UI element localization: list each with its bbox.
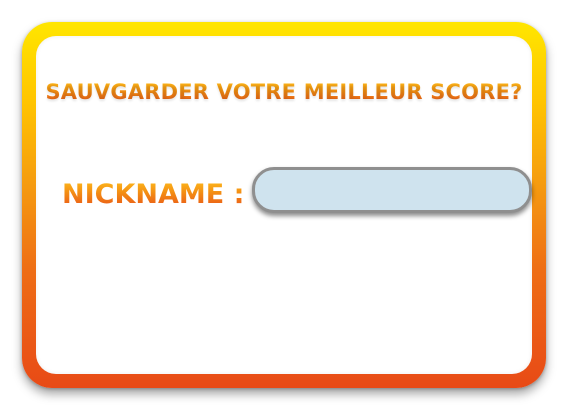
dialog-title: SAUVGARDER VOTRE MEILLEUR SCORE? <box>36 80 532 104</box>
nickname-label: NICKNAME : <box>62 179 245 210</box>
nickname-input[interactable] <box>252 167 532 213</box>
dialog-panel: SAUVGARDER VOTRE MEILLEUR SCORE? NICKNAM… <box>36 36 532 374</box>
game-screen: SAUVGARDER VOTRE MEILLEUR SCORE? NICKNAM… <box>0 0 569 412</box>
save-score-dialog: SAUVGARDER VOTRE MEILLEUR SCORE? NICKNAM… <box>22 22 546 388</box>
